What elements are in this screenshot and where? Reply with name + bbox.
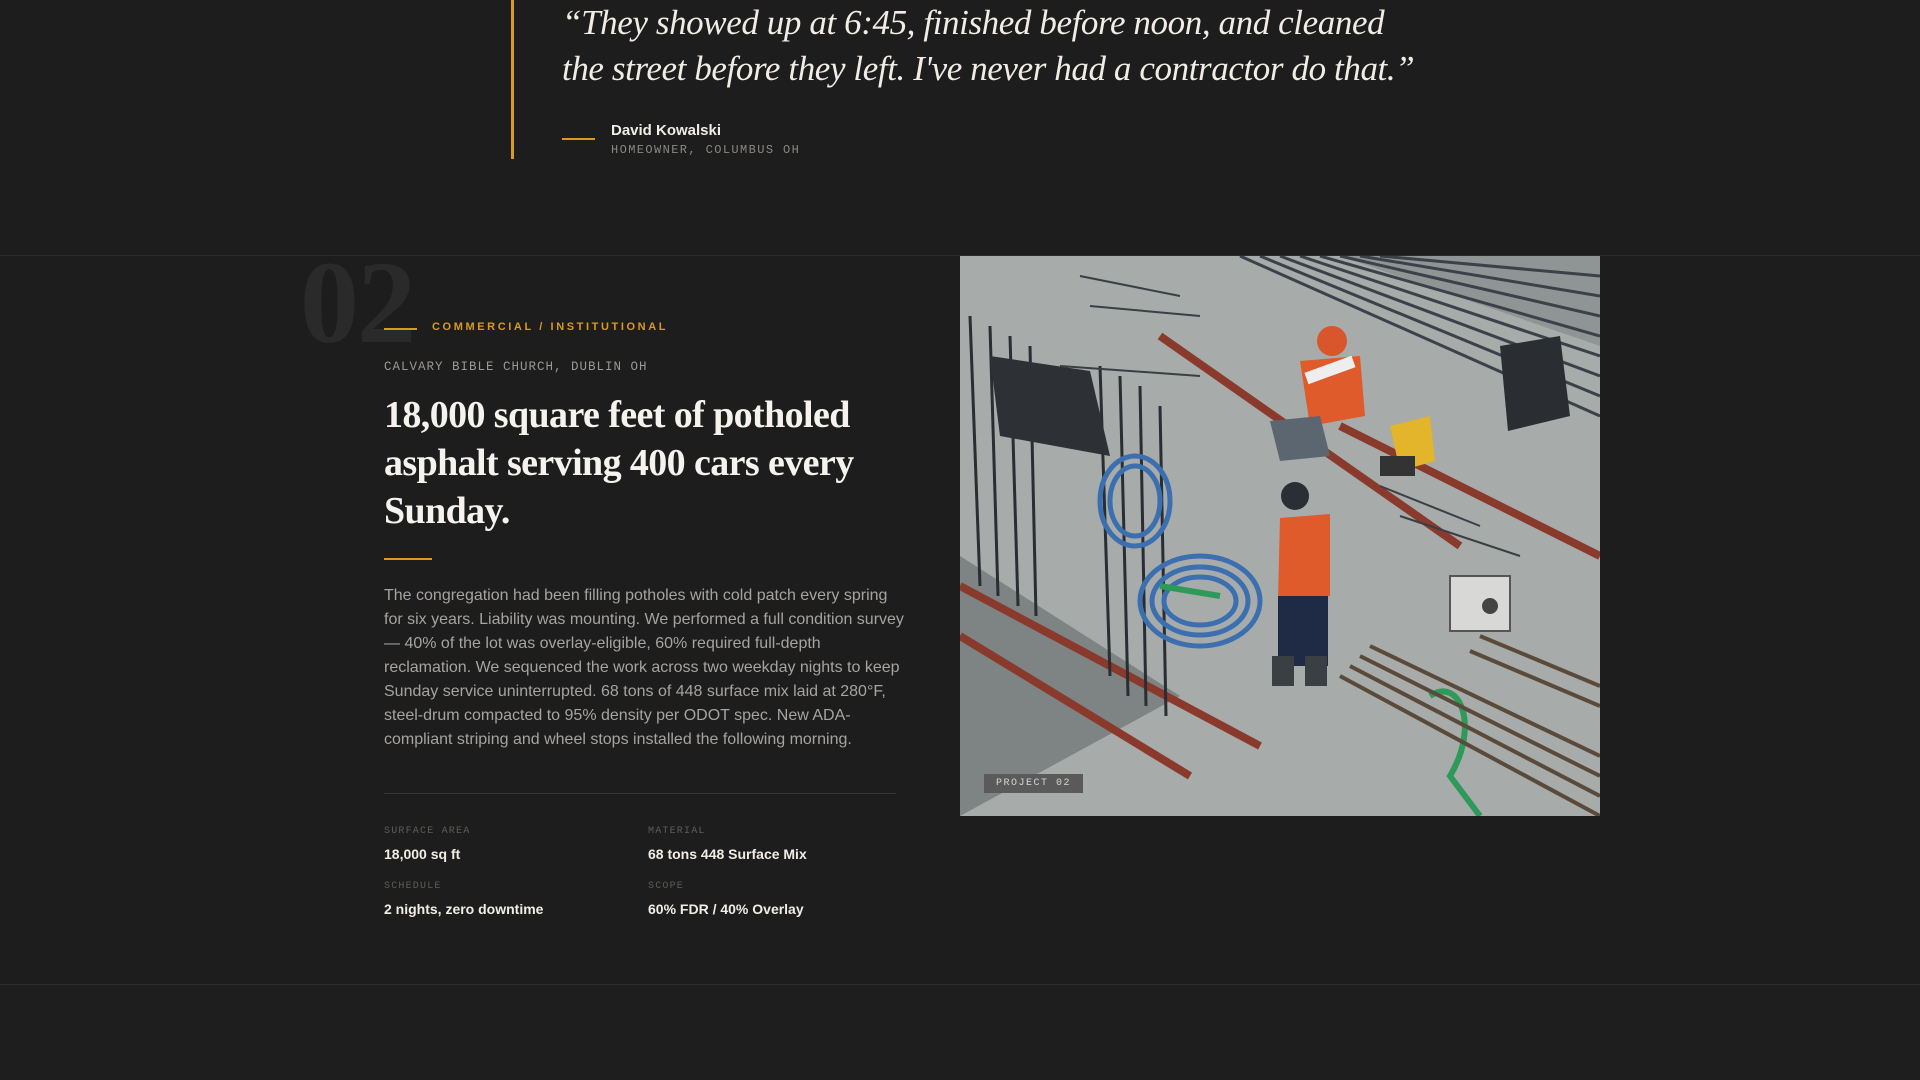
stat-value-material: 68 tons 448 Surface Mix [648,846,807,862]
author-accent-line [562,138,595,140]
project-description: The congregation had been filling pothol… [384,587,904,748]
testimonial-author-role: HOMEOWNER, COLUMBUS OH [611,143,801,157]
project-section: 02 COMMERCIAL / INSTITUTIONAL CALVARY BI… [0,244,1920,984]
stats-divider [384,793,896,794]
project-client: CALVARY BIBLE CHURCH, DUBLIN OH [384,360,648,374]
category-accent-line [384,328,417,330]
stat-label-material: MATERIAL [648,826,706,837]
project-headline: 18,000 square feet of potholed asphalt s… [384,394,854,532]
project-photo: PROJECT 02 [960,256,1600,816]
testimonial-section: “They showed up at 6:45, finished before… [0,0,1920,255]
stat-value-schedule: 2 nights, zero downtime [384,901,544,917]
stat-label-surface-area: SURFACE AREA [384,826,471,837]
quote-accent-bar [511,0,514,159]
next-section-band [0,984,1920,1080]
project-image-tag: PROJECT 02 [984,774,1084,793]
headline-rule [384,558,432,560]
stat-value-scope: 60% FDR / 40% Overlay [648,901,804,917]
stat-label-scope: SCOPE [648,881,685,892]
stat-value-surface-area: 18,000 sq ft [384,846,461,862]
page: “They showed up at 6:45, finished before… [0,0,1920,1080]
project-number: 02 [300,237,416,368]
testimonial-author: David Kowalski [611,122,722,139]
testimonial-quote: “They showed up at 6:45, finished before… [562,3,1415,88]
stat-label-schedule: SCHEDULE [384,881,442,892]
project-category: COMMERCIAL / INSTITUTIONAL [432,321,669,333]
